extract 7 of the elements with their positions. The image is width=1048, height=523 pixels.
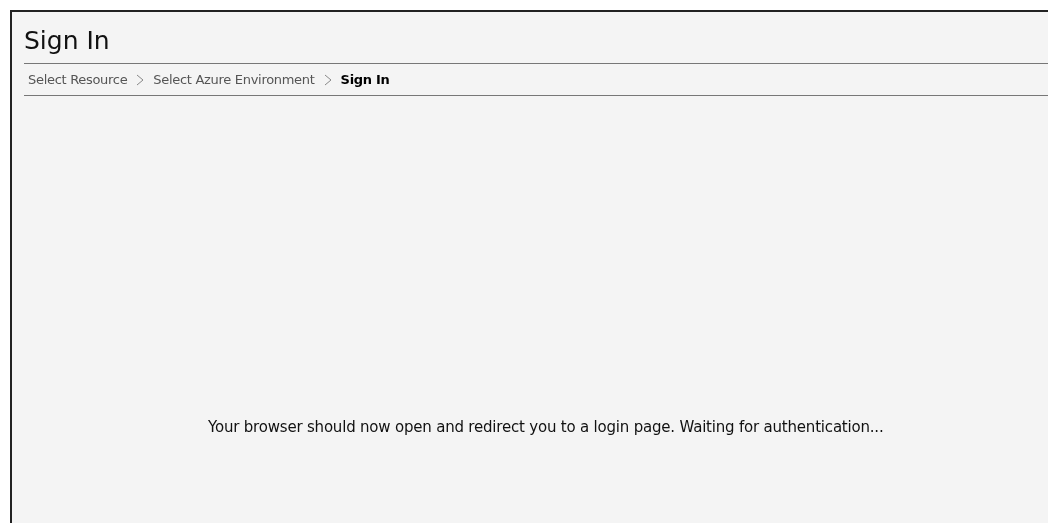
chevron-icon <box>136 73 145 86</box>
breadcrumb-item[interactable]: Select Azure Environment <box>153 69 315 90</box>
status-message: Your browser should now open and redirect you to a login page. Waiting for authentication... <box>208 418 884 436</box>
page-title: Sign In <box>24 12 1048 64</box>
breadcrumb-item[interactable]: Select Resource <box>28 69 128 90</box>
chevron-icon <box>323 73 332 86</box>
breadcrumb-item[interactable]: Sign In <box>340 69 390 90</box>
